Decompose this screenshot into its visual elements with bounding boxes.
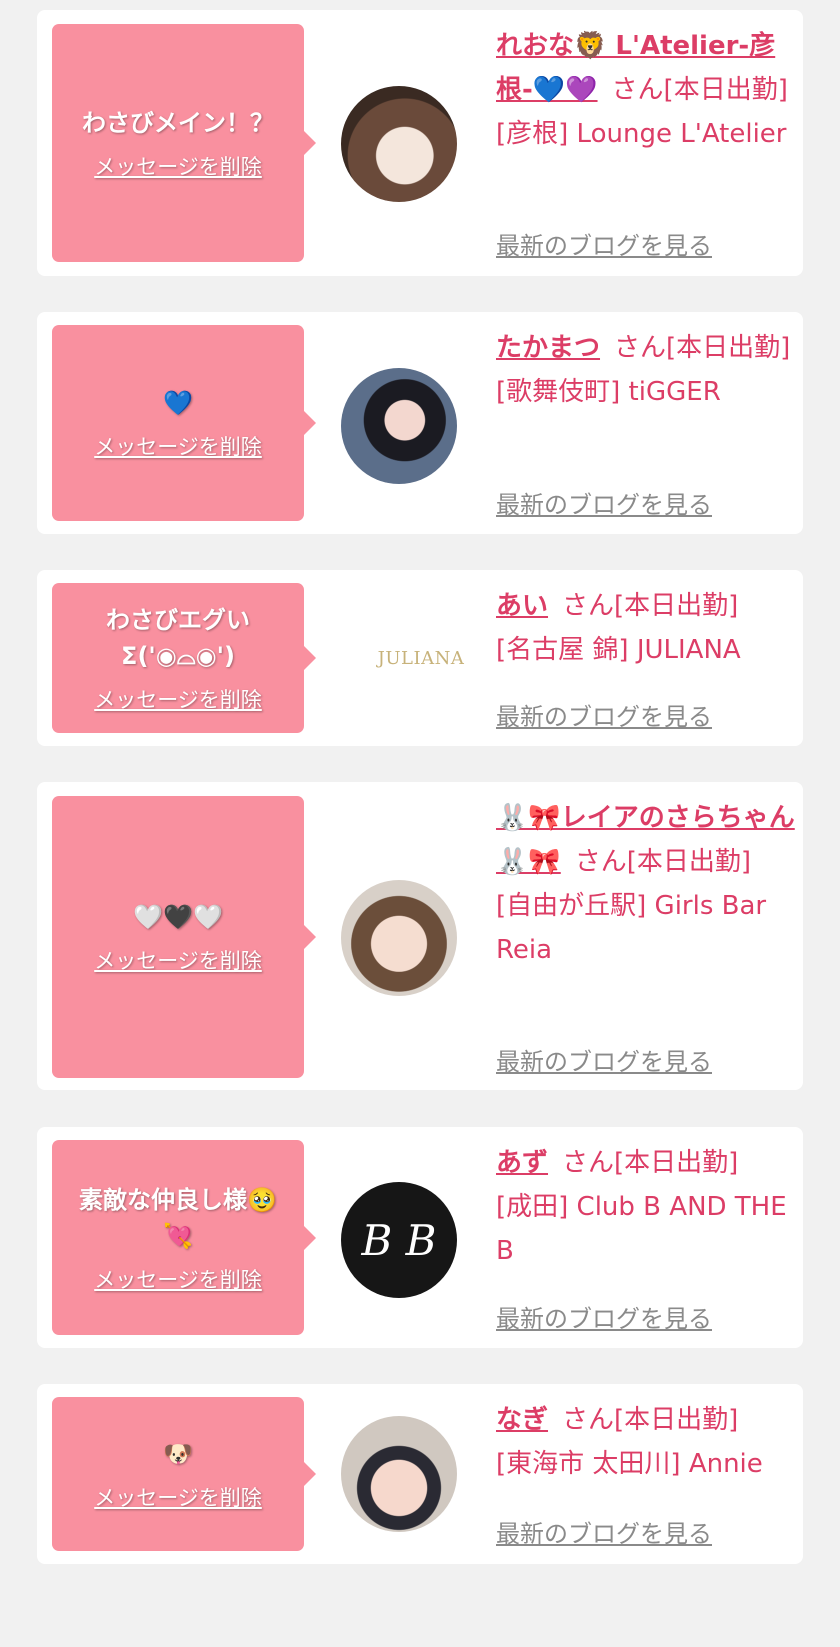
cast-name-link[interactable]: なぎ: [496, 1405, 548, 1435]
blog-link[interactable]: 最新のブログを見る: [496, 226, 712, 261]
blog-link[interactable]: 最新のブログを見る: [496, 485, 712, 520]
list-item: わさびエグい Σ('◉⌓◉') メッセージを削除 JULIANA あい さん[本日…: [37, 570, 803, 746]
delete-message-link[interactable]: メッセージを削除: [94, 945, 262, 975]
delete-message-link[interactable]: メッセージを削除: [94, 431, 262, 461]
blog-link[interactable]: 最新のブログを見る: [496, 1042, 712, 1077]
shop-name: [名古屋 錦] JULIANA: [496, 635, 741, 665]
cast-status: さん[本日出勤]: [562, 1148, 739, 1178]
list-item: 🤍🖤🤍 メッセージを削除 🐰🎀レイアのさらちゃん🐰🎀 さん[本日出勤] [自由が丘…: [37, 782, 803, 1090]
cast-name-link[interactable]: たかまつ: [496, 333, 600, 363]
avatar[interactable]: B B: [341, 1182, 457, 1298]
avatar[interactable]: [341, 880, 457, 996]
cast-info: 🐰🎀レイアのさらちゃん🐰🎀 さん[本日出勤] [自由が丘駅] Girls Bar …: [496, 796, 796, 972]
cast-status: さん[本日出勤]: [611, 75, 788, 105]
cast-status: さん[本日出勤]: [562, 591, 739, 621]
cast-name-link[interactable]: あい: [496, 591, 548, 621]
cast-info: あい さん[本日出勤] [名古屋 錦] JULIANA: [496, 584, 796, 672]
cast-status: さん[本日出勤]: [574, 847, 752, 877]
shop-name: [自由が丘駅] Girls Bar Reia: [496, 891, 767, 965]
delete-message-link[interactable]: メッセージを削除: [94, 684, 262, 714]
message-bubble: 🐶 メッセージを削除: [52, 1397, 316, 1551]
club-logo-text: B B: [361, 1215, 437, 1265]
message-bubble: わさびエグい Σ('◉⌓◉') メッセージを削除: [52, 583, 316, 733]
shop-name: [東海市 太田川] Annie: [496, 1449, 763, 1479]
list-item: 🐶 メッセージを削除 なぎ さん[本日出勤] [東海市 太田川] Annie 最新…: [37, 1384, 803, 1564]
message-text: 🤍🖤🤍: [133, 903, 223, 931]
cast-status: さん[本日出勤]: [614, 333, 791, 363]
message-text: 素敵な仲良し様🥹 💘: [79, 1185, 277, 1250]
shop-name: [歌舞伎町] tiGGER: [496, 377, 721, 407]
list-item: 素敵な仲良し様🥹 💘 メッセージを削除 B B あず さん[本日出勤] [成田] …: [37, 1127, 803, 1348]
blog-link[interactable]: 最新のブログを見る: [496, 697, 712, 732]
delete-message-link[interactable]: メッセージを削除: [94, 1482, 262, 1512]
message-text: わさびメイン！？: [82, 109, 274, 137]
cast-name-link[interactable]: あず: [496, 1148, 548, 1178]
list-item: わさびメイン！？ メッセージを削除 れおな🦁 L'Atelier-彦根-💙💜 さん…: [37, 10, 803, 276]
shop-name: [成田] Club B AND THE B: [496, 1192, 787, 1266]
shop-name: [彦根] Lounge L'Atelier: [496, 119, 787, 149]
message-text: 💙: [163, 389, 193, 417]
avatar[interactable]: [341, 86, 457, 202]
cast-info: たかまつ さん[本日出勤] [歌舞伎町] tiGGER: [496, 326, 796, 414]
message-bubble: わさびメイン！？ メッセージを削除: [52, 24, 316, 262]
avatar[interactable]: [341, 368, 457, 484]
message-text: わさびエグい Σ('◉⌓◉'): [106, 606, 250, 670]
message-bubble: 💙 メッセージを削除: [52, 325, 316, 521]
message-text: 🐶: [163, 1440, 193, 1468]
shop-logo[interactable]: JULIANA: [372, 638, 470, 678]
avatar[interactable]: [341, 1416, 457, 1532]
delete-message-link[interactable]: メッセージを削除: [94, 1264, 262, 1294]
delete-message-link[interactable]: メッセージを削除: [94, 151, 262, 181]
blog-link[interactable]: 最新のブログを見る: [496, 1514, 712, 1549]
message-bubble: 素敵な仲良し様🥹 💘 メッセージを削除: [52, 1140, 316, 1335]
cast-info: あず さん[本日出勤] [成田] Club B AND THE B: [496, 1141, 796, 1273]
list-item: 💙 メッセージを削除 たかまつ さん[本日出勤] [歌舞伎町] tiGGER 最新…: [37, 312, 803, 534]
cast-info: なぎ さん[本日出勤] [東海市 太田川] Annie: [496, 1398, 796, 1486]
cast-status: さん[本日出勤]: [562, 1405, 739, 1435]
message-bubble: 🤍🖤🤍 メッセージを削除: [52, 796, 316, 1078]
cast-info: れおな🦁 L'Atelier-彦根-💙💜 さん[本日出勤] [彦根] Lounge…: [496, 24, 796, 156]
blog-link[interactable]: 最新のブログを見る: [496, 1299, 712, 1334]
